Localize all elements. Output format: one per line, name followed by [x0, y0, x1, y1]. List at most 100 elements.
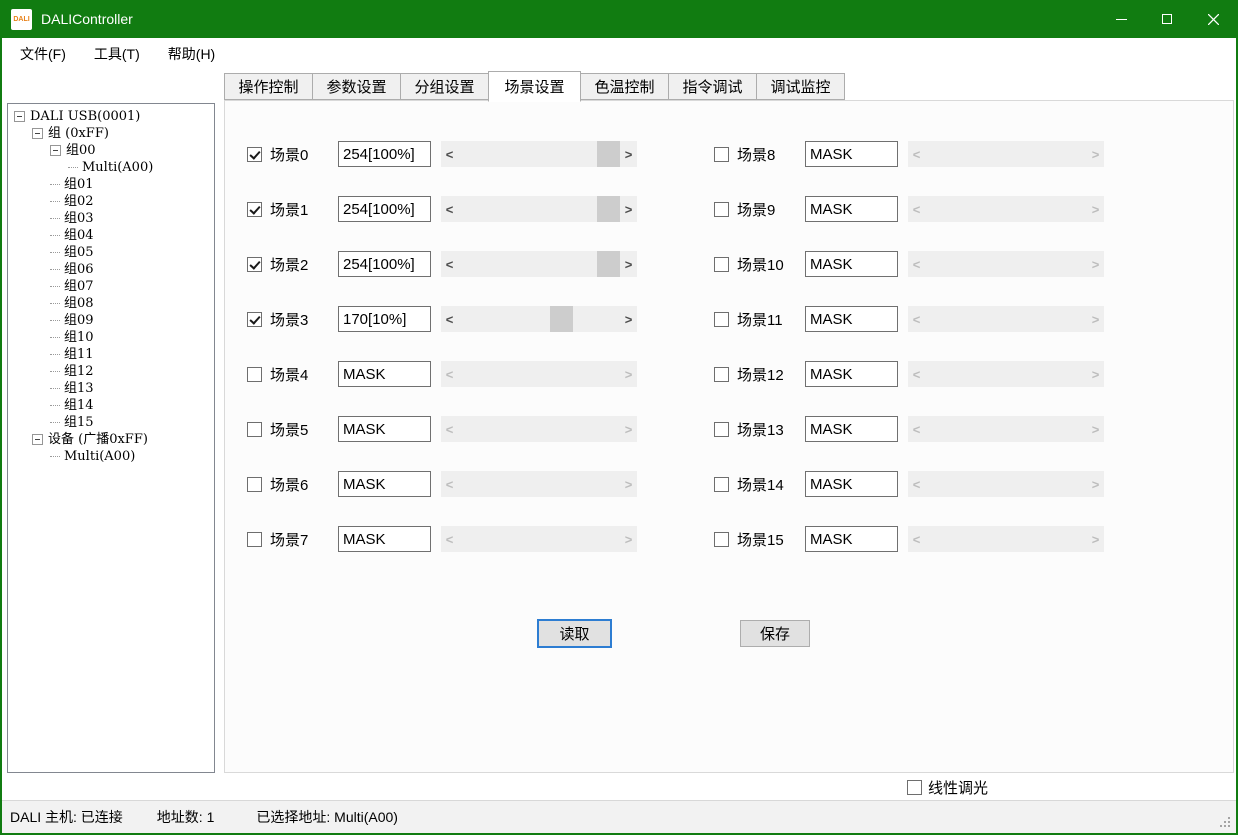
read-button[interactable]: 读取	[537, 619, 612, 648]
scene-value-input[interactable]	[805, 306, 898, 332]
tree-node[interactable]: 组03	[8, 210, 214, 227]
scene-level-scrollbar[interactable]: <>	[441, 251, 637, 277]
scene-value-input[interactable]	[805, 416, 898, 442]
tab-0[interactable]: 操作控制	[224, 73, 313, 100]
tree-node[interactable]: 组09	[8, 312, 214, 329]
tree-node-label[interactable]: 组14	[64, 397, 94, 414]
tree-node[interactable]: 组02	[8, 193, 214, 210]
tree-collapse-icon[interactable]	[32, 128, 43, 139]
scrollbar-right-arrow-icon[interactable]: >	[620, 306, 637, 332]
scene-value-input[interactable]	[805, 471, 898, 497]
scene-value-input[interactable]	[338, 141, 431, 167]
tree-node-label[interactable]: 组02	[64, 193, 94, 210]
scene-value-input[interactable]	[338, 416, 431, 442]
menu-help[interactable]: 帮助(H)	[154, 38, 229, 69]
scene-value-input[interactable]	[338, 196, 431, 222]
tab-1[interactable]: 参数设置	[312, 73, 401, 100]
tree-node-label[interactable]: 组13	[64, 380, 94, 397]
tree-node[interactable]: 组01	[8, 176, 214, 193]
scene-checkbox[interactable]	[247, 422, 262, 437]
scrollbar-right-arrow-icon[interactable]: >	[620, 196, 637, 222]
tree-node-label[interactable]: Multi(A00)	[64, 448, 135, 465]
scene-checkbox[interactable]	[714, 367, 729, 382]
tree-node[interactable]: Multi(A00)	[8, 159, 214, 176]
tree-node[interactable]: 组05	[8, 244, 214, 261]
scene-level-scrollbar[interactable]: <>	[441, 196, 637, 222]
tree-node[interactable]: 组11	[8, 346, 214, 363]
tree-node[interactable]: 组12	[8, 363, 214, 380]
save-button[interactable]: 保存	[740, 620, 810, 647]
tree-collapse-icon[interactable]	[50, 145, 61, 156]
scene-checkbox[interactable]	[247, 257, 262, 272]
tree-node[interactable]: 组08	[8, 295, 214, 312]
scrollbar-thumb[interactable]	[597, 251, 620, 277]
tree-node-label[interactable]: 组07	[64, 278, 94, 295]
tab-4[interactable]: 色温控制	[580, 73, 669, 100]
tree-node[interactable]: DALI USB(0001)	[8, 108, 214, 125]
tree-node[interactable]: 设备 (广播0xFF)	[8, 431, 214, 448]
scene-value-input[interactable]	[338, 471, 431, 497]
close-button[interactable]	[1190, 0, 1236, 38]
tab-2[interactable]: 分组设置	[400, 73, 489, 100]
linear-dimming-checkbox[interactable]	[907, 780, 922, 795]
tree-node-label[interactable]: 组09	[64, 312, 94, 329]
scene-value-input[interactable]	[805, 526, 898, 552]
scene-level-scrollbar[interactable]: <>	[441, 306, 637, 332]
scene-checkbox[interactable]	[714, 477, 729, 492]
scene-checkbox[interactable]	[714, 257, 729, 272]
scene-value-input[interactable]	[338, 526, 431, 552]
menu-tools[interactable]: 工具(T)	[80, 38, 154, 69]
resize-grip[interactable]	[1220, 817, 1231, 828]
tree-node-label[interactable]: 组15	[64, 414, 94, 431]
scene-value-input[interactable]	[338, 361, 431, 387]
scrollbar-left-arrow-icon[interactable]: <	[441, 141, 458, 167]
tree-node[interactable]: 组06	[8, 261, 214, 278]
minimize-button[interactable]	[1098, 0, 1144, 38]
scene-checkbox[interactable]	[247, 367, 262, 382]
tree-node-label[interactable]: 组00	[66, 142, 96, 159]
tab-5[interactable]: 指令调试	[668, 73, 757, 100]
scrollbar-right-arrow-icon[interactable]: >	[620, 251, 637, 277]
tree-node[interactable]: 组 (0xFF)	[8, 125, 214, 142]
scrollbar-thumb[interactable]	[550, 306, 573, 332]
scene-checkbox[interactable]	[247, 312, 262, 327]
scene-checkbox[interactable]	[247, 202, 262, 217]
tree-node[interactable]: 组10	[8, 329, 214, 346]
tree-node[interactable]: Multi(A00)	[8, 448, 214, 465]
tab-6[interactable]: 调试监控	[756, 73, 845, 100]
scrollbar-left-arrow-icon[interactable]: <	[441, 196, 458, 222]
scene-checkbox[interactable]	[247, 477, 262, 492]
tree-node-label[interactable]: 组03	[64, 210, 94, 227]
scene-value-input[interactable]	[805, 141, 898, 167]
scrollbar-thumb[interactable]	[597, 196, 620, 222]
tab-3[interactable]: 场景设置	[488, 71, 581, 102]
menu-file[interactable]: 文件(F)	[6, 38, 80, 69]
tree-node-label[interactable]: DALI USB(0001)	[30, 108, 140, 125]
scene-value-input[interactable]	[338, 251, 431, 277]
tree-node-label[interactable]: 组10	[64, 329, 94, 346]
scrollbar-left-arrow-icon[interactable]: <	[441, 306, 458, 332]
tree-collapse-icon[interactable]	[32, 434, 43, 445]
scene-value-input[interactable]	[805, 251, 898, 277]
tree-node-label[interactable]: 组04	[64, 227, 94, 244]
tree-node-label[interactable]: 设备 (广播0xFF)	[48, 431, 148, 448]
tree-node[interactable]: 组07	[8, 278, 214, 295]
scene-value-input[interactable]	[805, 361, 898, 387]
tree-node-label[interactable]: 组05	[64, 244, 94, 261]
tree-node-label[interactable]: 组08	[64, 295, 94, 312]
scene-checkbox[interactable]	[714, 202, 729, 217]
scene-checkbox[interactable]	[714, 147, 729, 162]
tree-node-label[interactable]: 组12	[64, 363, 94, 380]
tree-node[interactable]: 组04	[8, 227, 214, 244]
maximize-button[interactable]	[1144, 0, 1190, 38]
tree-collapse-icon[interactable]	[14, 111, 25, 122]
scene-checkbox[interactable]	[714, 422, 729, 437]
scene-checkbox[interactable]	[247, 532, 262, 547]
tree-node[interactable]: 组14	[8, 397, 214, 414]
tree-node-label[interactable]: 组11	[64, 346, 94, 363]
tree-node[interactable]: 组00	[8, 142, 214, 159]
scene-checkbox[interactable]	[714, 312, 729, 327]
scrollbar-left-arrow-icon[interactable]: <	[441, 251, 458, 277]
scene-value-input[interactable]	[338, 306, 431, 332]
tree-node[interactable]: 组13	[8, 380, 214, 397]
